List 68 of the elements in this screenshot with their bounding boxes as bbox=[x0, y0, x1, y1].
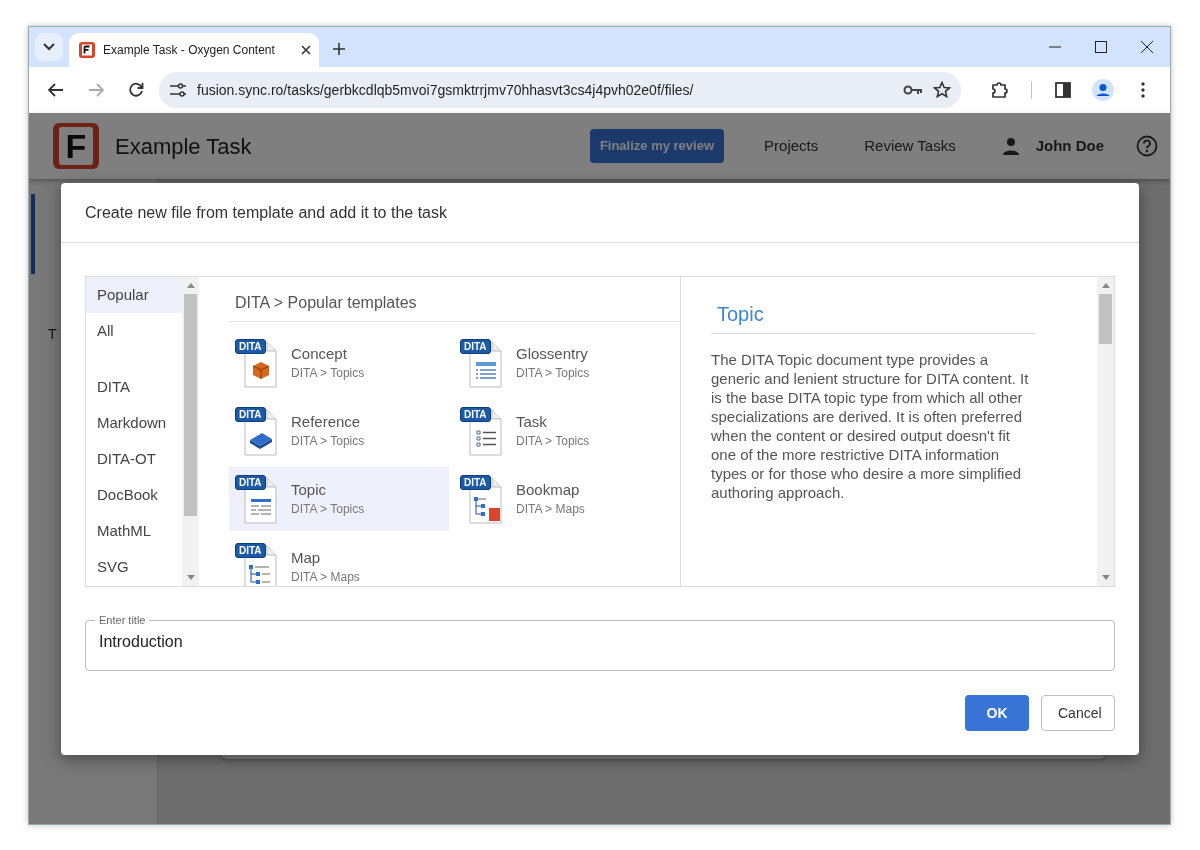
file-type-badge: DITA bbox=[235, 339, 266, 354]
template-path: DITA > Maps bbox=[516, 501, 585, 518]
file-type-badge: DITA bbox=[235, 475, 266, 490]
nav-link[interactable]: Review Tasks bbox=[864, 134, 956, 158]
reload-icon bbox=[128, 82, 144, 98]
cancel-button[interactable]: Cancel bbox=[1041, 695, 1115, 731]
title-field[interactable]: Enter title Introduction bbox=[85, 615, 1115, 671]
help-icon bbox=[1136, 135, 1158, 157]
maximize-icon bbox=[1095, 41, 1107, 53]
breadcrumb: DITA > Popular templates bbox=[229, 277, 680, 322]
template-path: DITA > Topics bbox=[291, 365, 365, 382]
template-path: DITA > Topics bbox=[291, 433, 365, 450]
user-name[interactable]: John Doe bbox=[1035, 134, 1104, 158]
side-panel-icon bbox=[1055, 82, 1071, 98]
kebab-menu-icon bbox=[1141, 82, 1145, 98]
template-path: DITA > Topics bbox=[516, 433, 590, 450]
help-button[interactable] bbox=[1136, 135, 1158, 157]
scroll-down-icon bbox=[186, 575, 195, 580]
category-item[interactable]: Popular bbox=[86, 277, 182, 313]
favicon-icon bbox=[79, 42, 95, 58]
arrow-right-icon bbox=[88, 83, 104, 97]
file-type-badge: DITA bbox=[460, 407, 491, 422]
sidebar-text: T bbox=[48, 325, 57, 344]
tune-icon bbox=[169, 83, 187, 97]
scrollbar-thumb[interactable] bbox=[1099, 294, 1112, 344]
person-icon bbox=[1092, 79, 1114, 101]
template-name: Map bbox=[291, 548, 322, 568]
bookmark-button[interactable] bbox=[933, 81, 951, 99]
template-title: Topic bbox=[711, 299, 1036, 334]
template-name: Concept bbox=[291, 344, 348, 364]
template-name: Reference bbox=[291, 412, 362, 432]
arrow-left-icon bbox=[48, 83, 64, 97]
template-item[interactable]: DITA Topic DITA > Topics bbox=[229, 467, 449, 531]
file-type-badge: DITA bbox=[460, 475, 491, 490]
nav-link[interactable]: Projects bbox=[764, 134, 819, 158]
template-path: DITA > Topics bbox=[516, 365, 590, 382]
template-path: DITA > Topics bbox=[291, 501, 365, 518]
browser-tab[interactable]: Example Task - Oxygen Content bbox=[69, 33, 319, 67]
template-description: The DITA Topic document type provides a generic and lenient structure for DITA content. It is the base DITA topic type from which all other specializations are derived. It is often preferred when the content or desired output doesn't fit one of the more restrictive DITA information types or for those who desire a more simplified authoring approach. bbox=[711, 350, 1030, 502]
file-type-badge: DITA bbox=[235, 407, 266, 422]
star-icon bbox=[933, 81, 951, 99]
page-title: Example Task bbox=[115, 132, 252, 161]
scrollbar[interactable] bbox=[1097, 277, 1114, 586]
scrollbar-thumb[interactable] bbox=[184, 294, 197, 516]
app-logo: F bbox=[53, 123, 99, 169]
person-icon[interactable] bbox=[1001, 137, 1020, 155]
scroll-down-icon bbox=[1101, 575, 1110, 580]
template-name: Bookmap bbox=[516, 480, 581, 500]
template-path: DITA > Maps bbox=[291, 569, 360, 586]
dialog-title: Create new file from template and add it to the task bbox=[61, 183, 1139, 243]
template-name: Task bbox=[516, 412, 548, 432]
password-button[interactable] bbox=[903, 84, 923, 96]
chevron-down-icon bbox=[43, 43, 55, 51]
key-icon bbox=[903, 84, 923, 96]
file-type-badge: DITA bbox=[460, 339, 491, 354]
file-type-badge: DITA bbox=[235, 543, 266, 558]
scroll-up-icon bbox=[186, 283, 195, 288]
tab-list-button[interactable] bbox=[35, 33, 63, 61]
puzzle-icon bbox=[991, 81, 1009, 99]
scroll-up-icon bbox=[1101, 283, 1110, 288]
close-icon bbox=[1141, 41, 1153, 53]
site-info-button[interactable] bbox=[169, 83, 187, 97]
template-name: Topic bbox=[291, 480, 328, 500]
plus-icon bbox=[333, 43, 345, 55]
minimize-icon bbox=[1049, 46, 1061, 48]
ok-button[interactable]: OK bbox=[965, 695, 1029, 731]
scrollbar[interactable] bbox=[182, 277, 199, 586]
template-name: Glossentry bbox=[516, 344, 589, 364]
